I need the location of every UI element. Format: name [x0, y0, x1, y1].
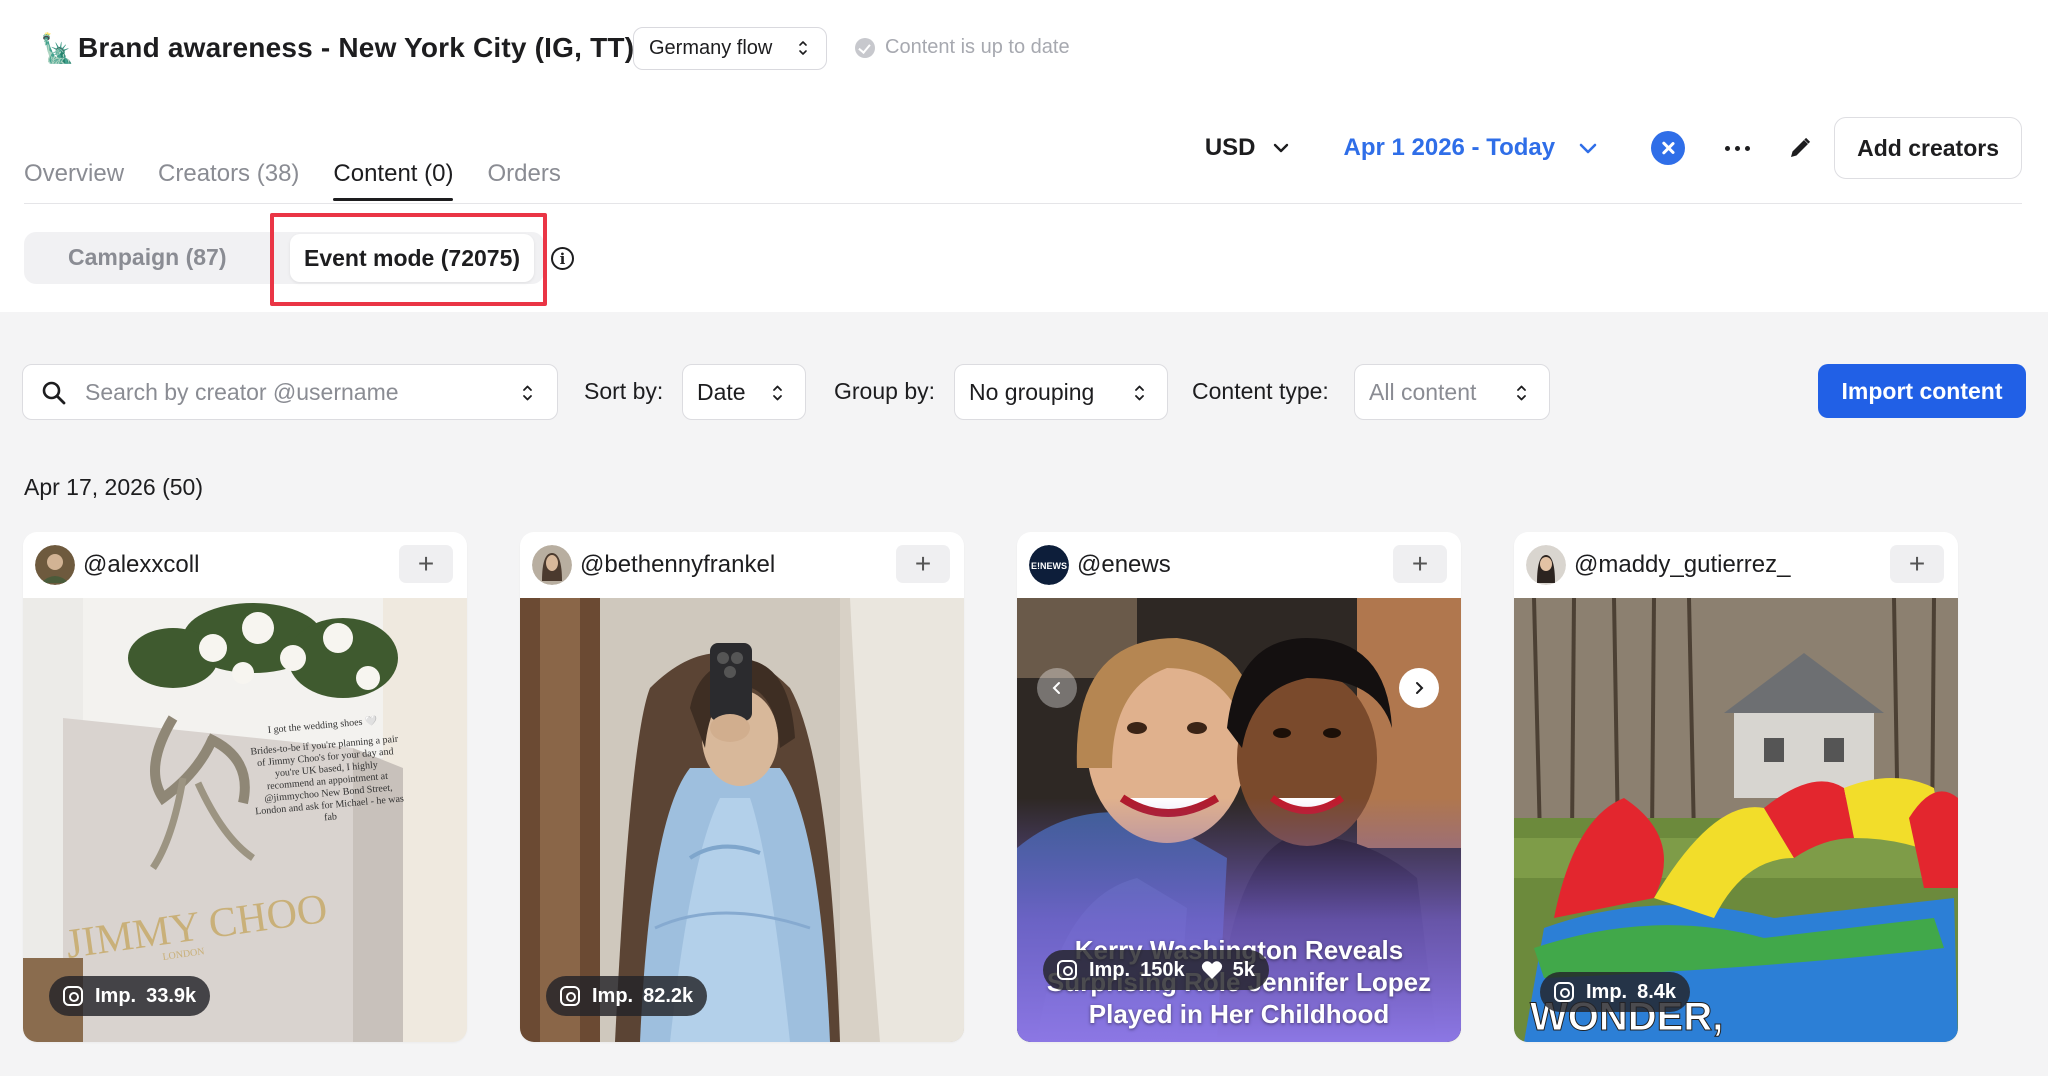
- check-circle-icon: [855, 37, 875, 58]
- search-input[interactable]: Search by creator @username: [22, 364, 558, 420]
- updown-chevron-icon: [799, 41, 807, 55]
- page-header: 🗽 Brand awareness - New York City (IG, T…: [0, 0, 2048, 96]
- content-card[interactable]: @bethennyfrankel + Imp. 82.2k: [520, 532, 964, 1042]
- sort-select[interactable]: Date: [682, 364, 806, 420]
- updown-chevron-icon: [1135, 385, 1144, 401]
- more-options-icon[interactable]: [1725, 145, 1751, 151]
- flow-select[interactable]: Germany flow: [633, 27, 827, 70]
- post-thumbnail[interactable]: Kerry Washington Reveals Surprising Role…: [1017, 598, 1461, 1042]
- tab-orders[interactable]: Orders: [487, 160, 560, 200]
- card-header: @maddy_gutierrez_ +: [1514, 532, 1958, 598]
- card-header: @bethennyfrankel +: [520, 532, 964, 598]
- instagram-icon: [1057, 960, 1077, 980]
- date-range-select[interactable]: Apr 1 2026 - Today: [1343, 134, 1597, 162]
- heart-icon: [1201, 961, 1222, 979]
- currency-select[interactable]: USD: [1205, 134, 1290, 162]
- post-thumbnail[interactable]: JIMMY CHOO LONDON I got the wedding shoe…: [23, 598, 467, 1042]
- svg-text:E!NEWS: E!NEWS: [1031, 561, 1067, 571]
- content-type-label: Content type:: [1192, 378, 1329, 404]
- content-type-value: All content: [1369, 378, 1477, 405]
- import-content-button[interactable]: Import content: [1818, 364, 2026, 418]
- creator-handle[interactable]: @enews: [1077, 551, 1171, 579]
- chevron-down-icon: [1579, 143, 1597, 153]
- tab-creators[interactable]: Creators (38): [158, 160, 299, 200]
- tabs-divider: [24, 203, 2022, 204]
- clear-date-icon[interactable]: [1651, 131, 1686, 165]
- chevron-right-icon: [1416, 682, 1424, 694]
- sort-value: Date: [697, 378, 746, 405]
- impressions-pill: Imp. 150k 5k: [1043, 950, 1269, 990]
- campaign-title-wrap: 🗽 Brand awareness - New York City (IG, T…: [40, 28, 634, 68]
- add-to-campaign-button[interactable]: +: [896, 545, 950, 583]
- updown-chevron-icon: [523, 385, 532, 401]
- instagram-icon: [560, 986, 580, 1006]
- add-to-campaign-button[interactable]: +: [399, 545, 453, 583]
- page-title: Brand awareness - New York City (IG, TT): [78, 32, 635, 63]
- card-header: E!NEWS @enews +: [1017, 532, 1461, 598]
- content-card[interactable]: @alexxcoll + JIMMY CHOO LONDON I got the…: [23, 532, 467, 1042]
- tab-content[interactable]: Content (0): [333, 160, 454, 201]
- card-header: @alexxcoll +: [23, 532, 467, 598]
- date-group-heading: Apr 17, 2026 (50): [24, 474, 204, 500]
- info-icon[interactable]: i: [551, 247, 574, 270]
- carousel-next-button[interactable]: [1399, 668, 1439, 708]
- chevron-left-icon: [1052, 682, 1060, 694]
- main-tabs: Overview Creators (38) Content (0) Order…: [24, 160, 595, 201]
- toolbar: USD Apr 1 2026 - Today Add creators: [1205, 116, 2022, 180]
- add-to-campaign-button[interactable]: +: [1890, 545, 1944, 583]
- impressions-pill: Imp. 82.2k: [546, 976, 708, 1016]
- tab-overview[interactable]: Overview: [24, 160, 124, 200]
- post-headline-3: Played in Her Childhood: [1088, 999, 1390, 1029]
- group-label: Group by:: [834, 378, 935, 404]
- impressions-value: 33.9k: [146, 984, 197, 1007]
- statue-of-liberty-icon: 🗽: [40, 32, 75, 64]
- avatar[interactable]: [1526, 545, 1566, 585]
- search-icon: [42, 381, 66, 405]
- carousel-prev-button[interactable]: [1037, 668, 1077, 708]
- post-note-body: Brides-to-be if you're planning a pair o…: [250, 733, 405, 824]
- creator-handle[interactable]: @alexxcoll: [83, 551, 199, 579]
- impressions-pill: Imp. 8.4k: [1540, 972, 1691, 1012]
- content-card[interactable]: E!NEWS @enews + Reveals Jennifer Lopez P…: [1017, 532, 1461, 1042]
- pencil-icon[interactable]: [1788, 136, 1812, 160]
- creator-handle[interactable]: @bethennyfrankel: [580, 551, 775, 579]
- sync-status-text: Content is up to date: [885, 36, 1070, 58]
- post-thumbnail[interactable]: Imp. 82.2k: [520, 598, 964, 1042]
- likes-value: 5k: [1232, 958, 1255, 981]
- post-thumbnail[interactable]: WONDER, Imp. 8.4k: [1514, 598, 1958, 1042]
- impressions-value: 8.4k: [1637, 980, 1677, 1003]
- filter-bar: Search by creator @username Sort by: Dat…: [22, 364, 2026, 420]
- currency-value: USD: [1204, 134, 1256, 161]
- add-creators-button[interactable]: Add creators: [1834, 117, 2022, 179]
- sync-status: Content is up to date: [855, 36, 1070, 59]
- sort-label: Sort by:: [584, 378, 664, 404]
- impressions-value: 82.2k: [643, 984, 694, 1007]
- creator-handle[interactable]: @maddy_gutierrez_: [1574, 551, 1790, 579]
- updown-chevron-icon: [1517, 385, 1526, 401]
- flow-select-value: Germany flow: [649, 37, 773, 59]
- impressions-pill: Imp. 33.9k: [49, 976, 211, 1016]
- chevron-down-icon: [1274, 143, 1289, 153]
- group-select[interactable]: No grouping: [954, 364, 1168, 420]
- group-value: No grouping: [969, 378, 1095, 405]
- instagram-icon: [1554, 982, 1574, 1002]
- instagram-icon: [63, 986, 83, 1006]
- search-placeholder: Search by creator @username: [85, 379, 399, 405]
- content-card[interactable]: @maddy_gutierrez_ + WONDER, Imp. 8.4k: [1514, 532, 1958, 1042]
- highlight-annotation: [270, 213, 547, 306]
- avatar[interactable]: [35, 545, 75, 585]
- date-range-value: Apr 1 2026 - Today: [1343, 134, 1556, 161]
- add-to-campaign-button[interactable]: +: [1393, 545, 1447, 583]
- avatar[interactable]: E!NEWS: [1029, 545, 1069, 585]
- updown-chevron-icon: [773, 385, 782, 401]
- impressions-value: 150k: [1140, 958, 1185, 981]
- avatar[interactable]: [532, 545, 572, 585]
- content-type-select[interactable]: All content: [1354, 364, 1550, 420]
- segment-campaign[interactable]: Campaign (87): [68, 244, 226, 271]
